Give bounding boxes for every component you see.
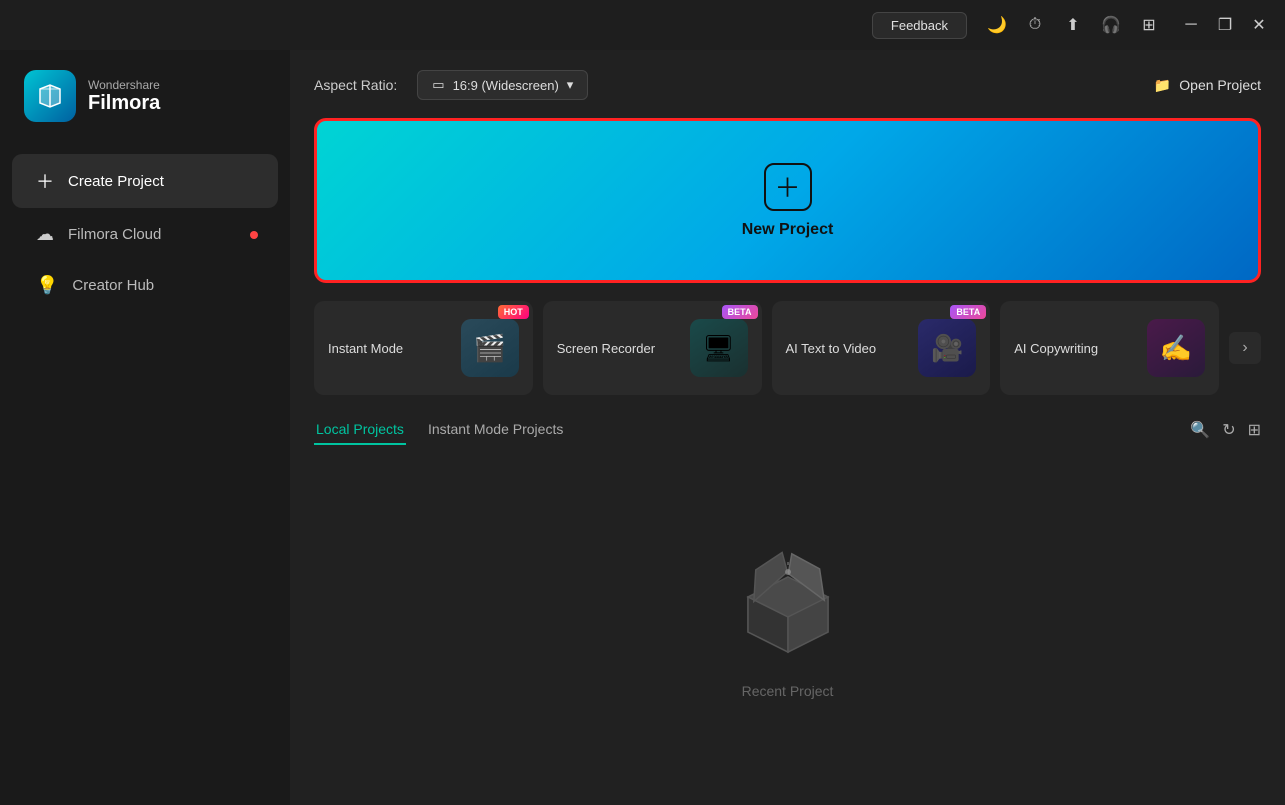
aspect-ratio-row: Aspect Ratio: ▭ 16:9 (Widescreen) ▾ 📁 Op… xyxy=(314,70,1261,100)
new-project-banner[interactable]: ＋ New Project xyxy=(314,118,1261,283)
aspect-ratio-label: Aspect Ratio: xyxy=(314,77,397,93)
new-project-label: New Project xyxy=(742,221,834,239)
card-icon-ai-text-to-video: 🎥 xyxy=(918,319,976,377)
timer-icon[interactable]: ⏱ xyxy=(1019,9,1051,41)
card-icon-ai-copywriting: ✍ xyxy=(1147,319,1205,377)
tabs-row: Local Projects Instant Mode Projects 🔍 ↻ … xyxy=(314,415,1261,445)
logo-area: Wondershare Filmora xyxy=(0,70,290,152)
maximize-button[interactable]: ❐ xyxy=(1209,9,1241,41)
feature-card-instant-mode[interactable]: HOT Instant Mode 🎬 xyxy=(314,301,533,395)
badge-screen-recorder: BETA xyxy=(722,305,758,319)
open-project-label: Open Project xyxy=(1179,77,1261,93)
logo-icon xyxy=(24,70,76,122)
next-arrow-button[interactable]: › xyxy=(1229,332,1261,364)
badge-ai-text-to-video: BETA xyxy=(950,305,986,319)
project-tabs: Local Projects Instant Mode Projects xyxy=(314,415,585,445)
tab-local[interactable]: Local Projects xyxy=(314,415,406,445)
aspect-ratio-select[interactable]: ▭ 16:9 (Widescreen) ▾ xyxy=(417,70,588,100)
card-label-ai-text-to-video: AI Text to Video xyxy=(786,341,909,356)
content-area: Aspect Ratio: ▭ 16:9 (Widescreen) ▾ 📁 Op… xyxy=(290,50,1285,805)
sidebar-item-filmora-cloud[interactable]: ☁ Filmora Cloud xyxy=(12,210,278,259)
sidebar-item-creator-hub[interactable]: 💡 Creator Hub xyxy=(12,261,278,310)
tab-instant[interactable]: Instant Mode Projects xyxy=(426,415,565,445)
titlebar: Feedback 🌙 ⏱ ⬆ 🎧 ⊞ ─ ❐ ✕ xyxy=(0,0,1285,50)
nav-label-creator-hub: Creator Hub xyxy=(72,277,154,294)
nav-icon-filmora-cloud: ☁ xyxy=(36,224,54,245)
sidebar: Wondershare Filmora ＋ Create Project ☁ F… xyxy=(0,50,290,805)
new-project-inner: ＋ New Project xyxy=(742,163,834,239)
card-label-ai-copywriting: AI Copywriting xyxy=(1014,341,1137,356)
new-project-plus-icon: ＋ xyxy=(764,163,812,211)
empty-state-label: Recent Project xyxy=(742,683,834,699)
feature-cards-row: HOT Instant Mode 🎬 BETA Screen Recorder … xyxy=(314,301,1261,395)
nav-items: ＋ Create Project ☁ Filmora Cloud 💡 Creat… xyxy=(0,152,290,312)
minimize-button[interactable]: ─ xyxy=(1175,9,1207,41)
card-label-screen-recorder: Screen Recorder xyxy=(557,341,680,356)
apps-icon[interactable]: ⊞ xyxy=(1133,9,1165,41)
card-icon-screen-recorder: 🖥 xyxy=(690,319,748,377)
company-name: Wondershare xyxy=(88,78,160,92)
support-icon[interactable]: 🎧 xyxy=(1095,9,1127,41)
theme-icon[interactable]: 🌙 xyxy=(981,9,1013,41)
titlebar-actions: Feedback 🌙 ⏱ ⬆ 🎧 ⊞ ─ ❐ ✕ xyxy=(872,9,1275,41)
product-name: Filmora xyxy=(88,92,160,115)
main-layout: Wondershare Filmora ＋ Create Project ☁ F… xyxy=(0,50,1285,805)
card-icon-instant-mode: 🎬 xyxy=(461,319,519,377)
open-project-button[interactable]: 📁 Open Project xyxy=(1154,77,1261,94)
grid-view-icon[interactable]: ⊞ xyxy=(1248,420,1261,440)
sidebar-item-create-project[interactable]: ＋ Create Project xyxy=(12,154,278,208)
feature-cards: HOT Instant Mode 🎬 BETA Screen Recorder … xyxy=(314,301,1219,395)
feature-card-ai-text-to-video[interactable]: BETA AI Text to Video 🎥 xyxy=(772,301,991,395)
feedback-button[interactable]: Feedback xyxy=(872,12,967,39)
aspect-ratio-monitor-icon: ▭ xyxy=(432,77,444,93)
chevron-down-icon: ▾ xyxy=(567,77,574,93)
notification-dot xyxy=(250,231,258,239)
search-icon[interactable]: 🔍 xyxy=(1190,420,1210,440)
logo-text: Wondershare Filmora xyxy=(88,78,160,115)
empty-state: Recent Project xyxy=(314,461,1261,785)
nav-label-filmora-cloud: Filmora Cloud xyxy=(68,226,161,243)
window-controls: ─ ❐ ✕ xyxy=(1175,9,1275,41)
empty-box-illustration xyxy=(728,547,848,667)
card-label-instant-mode: Instant Mode xyxy=(328,341,451,356)
nav-icon-creator-hub: 💡 xyxy=(36,275,58,296)
nav-icon-create-project: ＋ xyxy=(36,168,54,194)
folder-icon: 📁 xyxy=(1154,77,1171,94)
nav-label-create-project: Create Project xyxy=(68,173,164,190)
feature-card-screen-recorder[interactable]: BETA Screen Recorder 🖥 xyxy=(543,301,762,395)
refresh-icon[interactable]: ↻ xyxy=(1222,420,1235,440)
upload-icon[interactable]: ⬆ xyxy=(1057,9,1089,41)
close-button[interactable]: ✕ xyxy=(1243,9,1275,41)
badge-instant-mode: HOT xyxy=(498,305,529,319)
aspect-ratio-value: 16:9 (Widescreen) xyxy=(453,78,559,93)
feature-card-ai-copywriting[interactable]: AI Copywriting ✍ xyxy=(1000,301,1219,395)
tabs-actions: 🔍 ↻ ⊞ xyxy=(1190,420,1261,440)
